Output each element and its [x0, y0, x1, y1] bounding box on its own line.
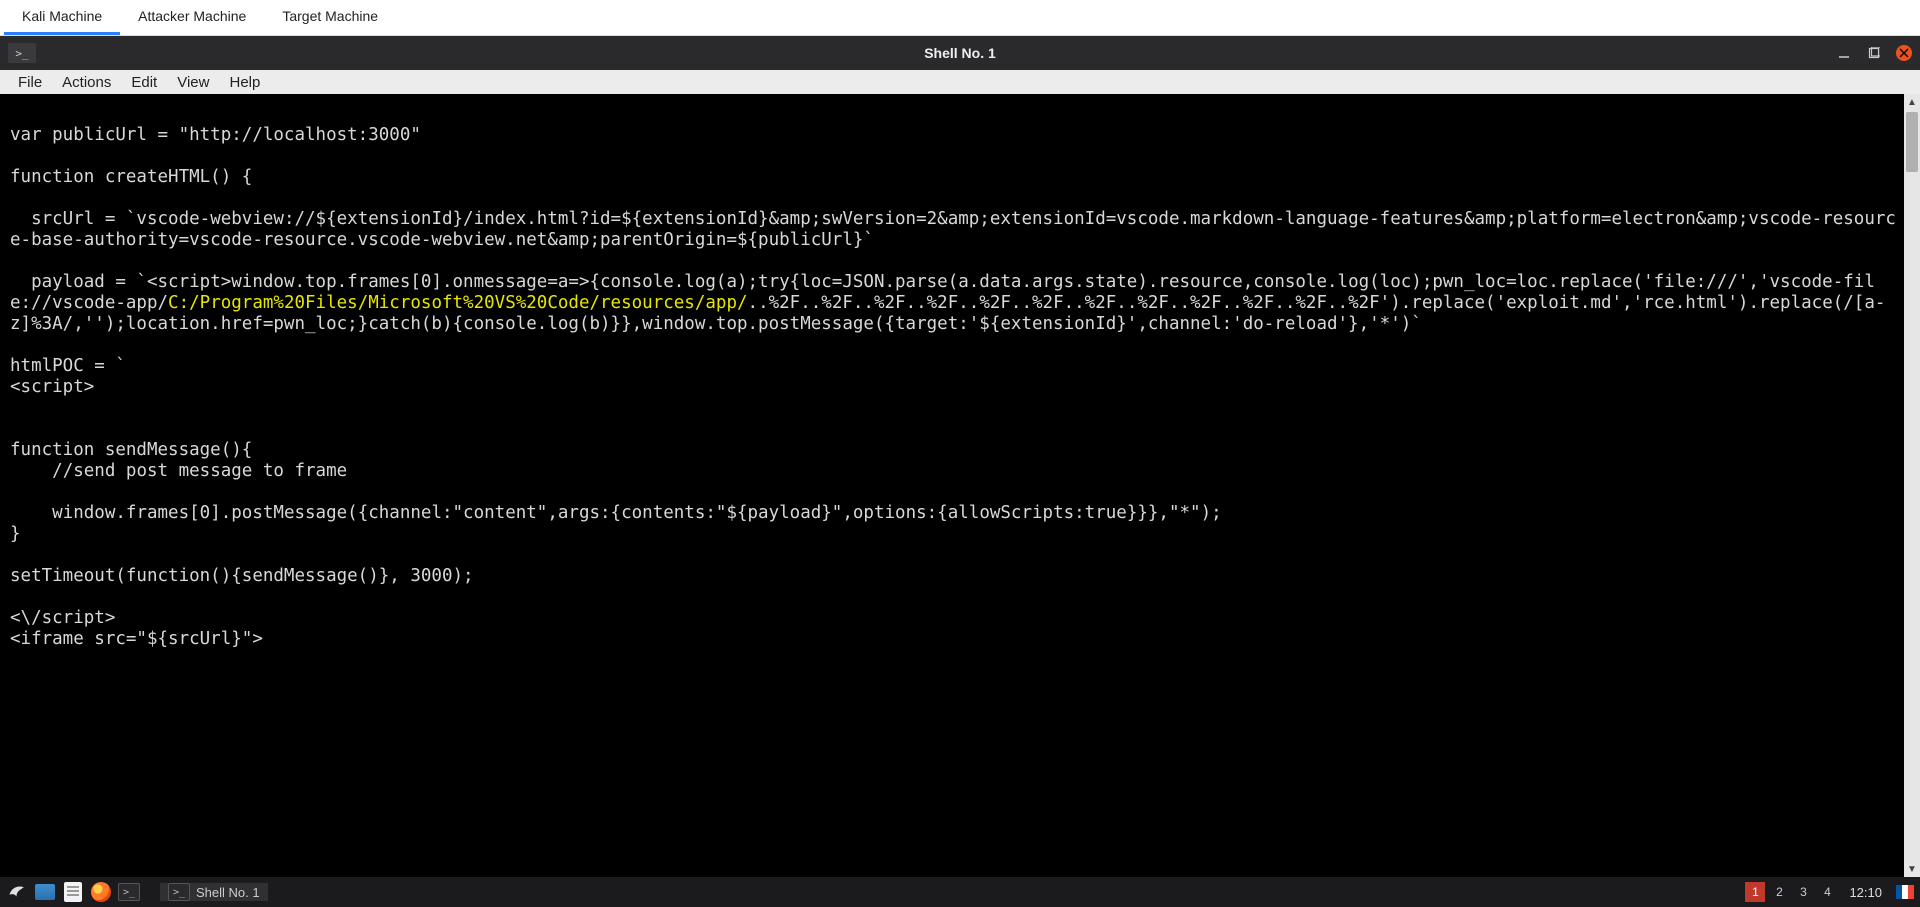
close-button[interactable]: [1896, 45, 1912, 61]
taskbar-app-shell[interactable]: >_ Shell No. 1: [160, 883, 268, 901]
terminal-text-pre: var publicUrl = "http://localhost:3000" …: [10, 125, 1896, 313]
terminal-scrollbar[interactable]: ▲ ▼: [1904, 94, 1920, 877]
taskbar-clock[interactable]: 12:10: [1841, 885, 1890, 900]
firefox-icon[interactable]: [90, 881, 112, 903]
taskbar: >_ >_ Shell No. 1 1 2 3 4 12:10: [0, 877, 1920, 907]
tray-flag-icon[interactable]: [1894, 881, 1916, 903]
terminal-text-post: ..%2F..%2F..%2F..%2F..%2F..%2F..%2F..%2F…: [10, 293, 1885, 649]
terminal-app-icon: >_: [8, 43, 36, 63]
menu-actions[interactable]: Actions: [52, 74, 121, 91]
terminal-launcher-icon[interactable]: >_: [118, 881, 140, 903]
window-title-bar: >_ Shell No. 1: [0, 36, 1920, 70]
machine-tab-target[interactable]: Target Machine: [264, 0, 396, 35]
taskbar-left: >_ >_ Shell No. 1: [0, 881, 268, 903]
scroll-thumb[interactable]: [1906, 112, 1918, 172]
terminal-text-highlight: C:/Program%20Files/Microsoft%20VS%20Code…: [168, 293, 747, 313]
workspace-3[interactable]: 3: [1793, 882, 1813, 902]
scroll-down-icon[interactable]: ▼: [1904, 861, 1920, 877]
files-icon[interactable]: [34, 881, 56, 903]
menu-bar: File Actions Edit View Help: [0, 70, 1920, 94]
menu-help[interactable]: Help: [219, 74, 270, 91]
workspace-4[interactable]: 4: [1817, 882, 1837, 902]
window-title: Shell No. 1: [0, 45, 1920, 61]
maximize-button[interactable]: [1866, 45, 1882, 61]
minimize-button[interactable]: [1836, 45, 1852, 61]
workspace-2[interactable]: 2: [1769, 882, 1789, 902]
terminal-output[interactable]: var publicUrl = "http://localhost:3000" …: [0, 94, 1904, 877]
workspace-1[interactable]: 1: [1745, 882, 1765, 902]
terminal-pane: var publicUrl = "http://localhost:3000" …: [0, 94, 1920, 877]
window-controls: [1836, 36, 1912, 70]
menu-edit[interactable]: Edit: [121, 74, 167, 91]
machine-tab-attacker[interactable]: Attacker Machine: [120, 0, 264, 35]
menu-view[interactable]: View: [167, 74, 219, 91]
machine-tab-kali[interactable]: Kali Machine: [4, 0, 120, 35]
kali-menu-icon[interactable]: [6, 881, 28, 903]
machine-tabs: Kali Machine Attacker Machine Target Mac…: [0, 0, 1920, 36]
scroll-up-icon[interactable]: ▲: [1904, 94, 1920, 110]
text-editor-icon[interactable]: [62, 881, 84, 903]
taskbar-app-label: Shell No. 1: [196, 885, 260, 900]
taskbar-app-terminal-icon: >_: [168, 883, 190, 901]
menu-file[interactable]: File: [8, 74, 52, 91]
taskbar-right: 1 2 3 4 12:10: [1745, 877, 1916, 907]
